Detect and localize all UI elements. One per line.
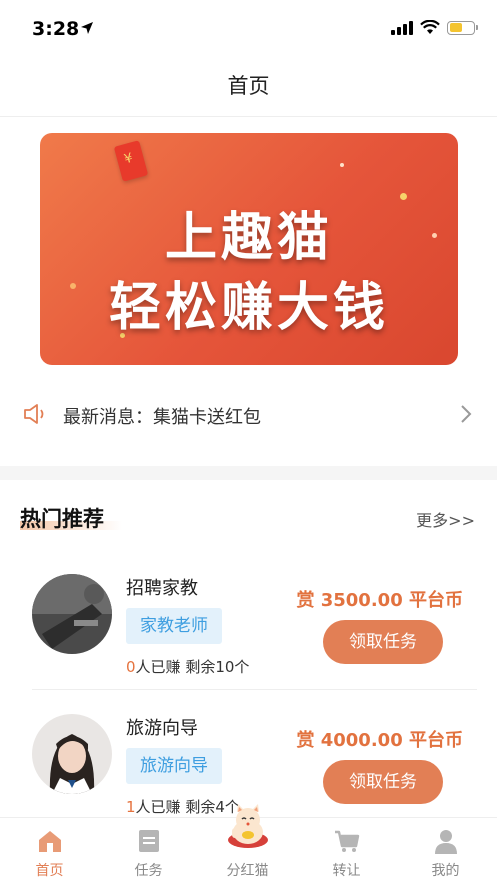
battery-icon	[447, 20, 478, 35]
task-avatar	[32, 714, 112, 794]
claim-task-button[interactable]: 领取任务	[323, 620, 443, 664]
red-packet-icon	[113, 140, 149, 182]
task-title: 招聘家教	[126, 578, 198, 599]
bottom-tab-bar: 首页 任务 分红猫 转让 我的	[0, 804, 497, 883]
lucky-cat-icon	[228, 804, 268, 848]
task-title: 旅游向导	[126, 718, 198, 739]
earned-label: 人已赚	[135, 658, 181, 676]
task-reward: 赏 4000.00 平台币	[296, 730, 463, 751]
section-separator	[0, 466, 497, 480]
tab-label: 我的	[431, 863, 460, 879]
row-divider	[32, 689, 477, 690]
chevron-right-icon	[461, 405, 472, 423]
task-reward: 赏 3500.00 平台币	[296, 590, 463, 611]
earned-count: 1	[126, 798, 136, 816]
tab-label: 首页	[35, 863, 64, 879]
cart-icon	[335, 830, 360, 852]
remaining-count: 剩余10个	[185, 658, 250, 676]
location-arrow-icon	[81, 22, 93, 34]
section-title: 热门推荐	[20, 507, 104, 531]
notice-text: 最新消息：集猫卡送红包	[63, 407, 261, 428]
news-notice-bar[interactable]: 最新消息：集猫卡送红包	[22, 392, 477, 436]
task-avatar	[32, 574, 112, 654]
banner-subheadline: 轻松赚大钱	[108, 278, 389, 338]
task-card: 招聘家教 家教老师 0人已赚 剩余10个 赏 3500.00 平台币 领取任务	[20, 562, 477, 690]
task-tag: 旅游向导	[126, 748, 222, 784]
tab-tasks[interactable]: 任务	[99, 818, 198, 883]
tab-transfer[interactable]: 转让	[297, 818, 396, 883]
banner-headline: 上趣猫	[164, 208, 333, 268]
task-tag: 家教老师	[126, 608, 222, 644]
more-link[interactable]: 更多>>	[416, 507, 475, 531]
status-bar: 3:28	[0, 0, 497, 60]
tab-profile[interactable]: 我的	[396, 818, 495, 883]
tab-dividend-cat[interactable]: 分红猫	[198, 804, 297, 883]
speaker-icon	[24, 404, 44, 424]
status-icons	[391, 20, 478, 35]
page-title: 首页	[227, 74, 270, 98]
promo-banner[interactable]: 上趣猫 轻松赚大钱	[40, 133, 458, 365]
earned-label: 人已赚	[135, 798, 181, 816]
task-icon	[139, 830, 159, 852]
home-icon	[39, 831, 61, 852]
wifi-icon	[420, 20, 440, 34]
nav-divider	[0, 116, 497, 117]
claim-task-button[interactable]: 领取任务	[323, 760, 443, 804]
profile-icon	[435, 830, 457, 854]
earned-count: 0	[126, 658, 136, 676]
status-time: 3:28	[32, 18, 80, 40]
tab-label: 转让	[332, 863, 361, 879]
tab-label: 任务	[134, 863, 163, 879]
cellular-signal-icon	[391, 20, 413, 35]
task-stats: 0人已赚 剩余10个	[126, 656, 249, 677]
tab-home[interactable]: 首页	[0, 818, 99, 883]
task-stats: 1人已赚 剩余4个	[126, 796, 240, 817]
tab-label: 分红猫	[226, 863, 269, 879]
